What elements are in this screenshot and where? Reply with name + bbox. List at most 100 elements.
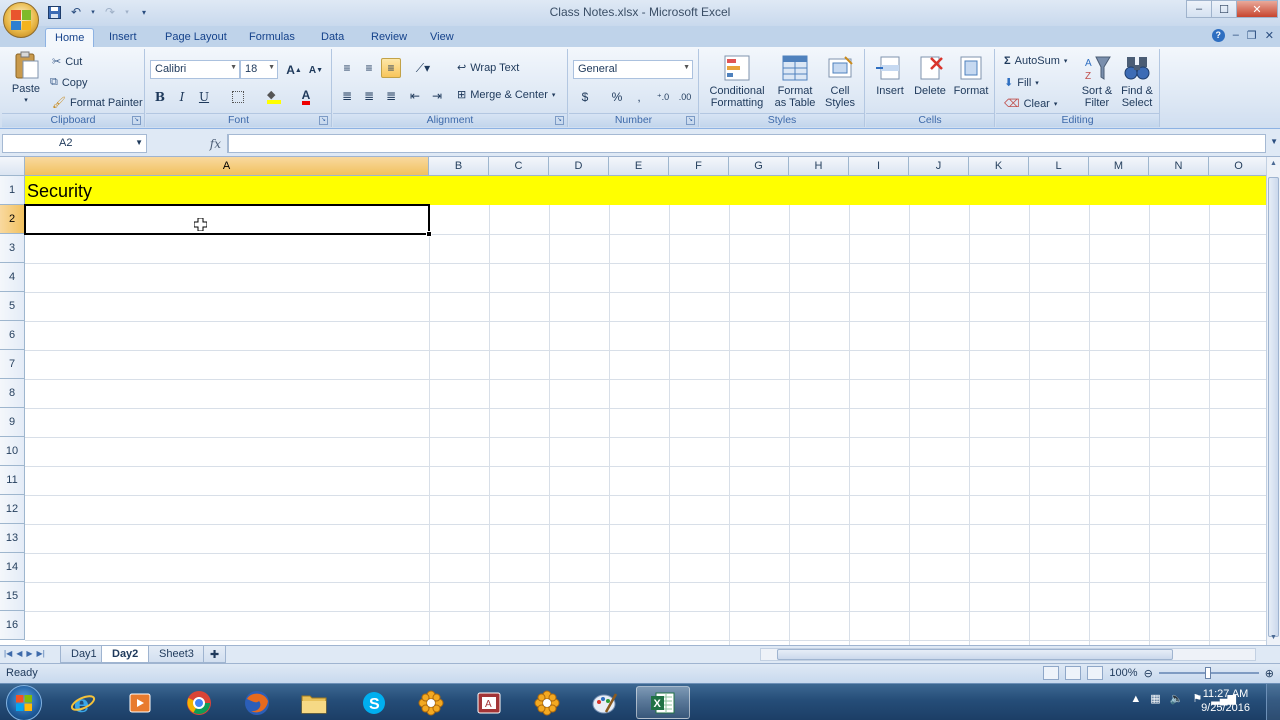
vertical-scroll-thumb[interactable]	[1268, 177, 1279, 637]
row-header-10[interactable]: 10	[0, 437, 25, 466]
zoom-slider-knob[interactable]	[1204, 667, 1211, 679]
row-header-5[interactable]: 5	[0, 292, 25, 321]
column-header-h[interactable]: H	[789, 157, 849, 176]
select-all-button[interactable]	[0, 157, 25, 176]
italic-button[interactable]: I	[172, 87, 192, 107]
name-box[interactable]: A2 ▼	[2, 134, 147, 153]
font-launcher-icon[interactable]: ↘	[319, 116, 328, 125]
orientation-icon[interactable]: ⟋▾	[409, 58, 437, 78]
clipboard-launcher-icon[interactable]: ↘	[132, 116, 141, 125]
column-header-k[interactable]: K	[969, 157, 1029, 176]
autosum-button[interactable]: Σ AutoSum ▾	[1004, 55, 1067, 67]
insert-sheet-button[interactable]: ✚	[203, 646, 227, 663]
formula-input[interactable]	[228, 134, 1266, 153]
office-button[interactable]	[3, 2, 39, 38]
top-align-icon[interactable]: ≡	[337, 58, 357, 78]
merge-center-button[interactable]: ⊞ Merge & Center ▾	[457, 88, 555, 102]
column-header-f[interactable]: F	[669, 157, 729, 176]
excel-icon[interactable]: X	[636, 686, 690, 719]
paint-icon[interactable]	[578, 686, 632, 719]
fill-handle[interactable]	[426, 231, 432, 237]
copy-button[interactable]: ⧉ Copy	[50, 76, 88, 89]
row-header-3[interactable]: 3	[0, 234, 25, 263]
decrease-indent-icon[interactable]: ⇤	[405, 86, 425, 106]
row-header-13[interactable]: 13	[0, 524, 25, 553]
comma-button[interactable]: ,	[629, 87, 649, 107]
cell-styles-button[interactable]: Cell Styles	[820, 53, 860, 109]
page-layout-view-icon[interactable]	[1065, 666, 1082, 680]
increase-decimal-icon[interactable]: ⁺.0	[653, 87, 673, 107]
horizontal-scroll-thumb[interactable]	[777, 649, 1173, 660]
currency-button[interactable]: $	[575, 87, 595, 107]
clock[interactable]: 11:27 AM 9/25/2016	[1201, 687, 1250, 715]
row-header-16[interactable]: 16	[0, 611, 25, 640]
row-header-4[interactable]: 4	[0, 263, 25, 292]
access-icon[interactable]: A	[462, 686, 516, 719]
insert-cells-button[interactable]: Insert	[872, 53, 908, 97]
column-header-i[interactable]: I	[849, 157, 909, 176]
volume-icon[interactable]: 🔈	[1170, 692, 1184, 705]
media-icon[interactable]	[113, 686, 167, 719]
zoom-level[interactable]: 100%	[1109, 667, 1137, 679]
ie-icon[interactable]: e	[56, 686, 110, 719]
column-header-g[interactable]: G	[729, 157, 789, 176]
scroll-down-icon[interactable]: ▼	[1267, 631, 1280, 645]
wrap-text-button[interactable]: ↩ Wrap Text	[457, 61, 519, 75]
tab-review[interactable]: Review	[362, 28, 416, 47]
font-size-combo[interactable]: 18 ▼	[240, 60, 278, 79]
row-header-12[interactable]: 12	[0, 495, 25, 524]
column-header-c[interactable]: C	[489, 157, 549, 176]
help-icon[interactable]: ?	[1211, 29, 1225, 42]
row-header-1[interactable]: 1	[0, 176, 25, 205]
align-left-icon[interactable]: ≣	[337, 86, 357, 106]
tab-home[interactable]: Home	[45, 28, 95, 47]
workbook-minimize-icon[interactable]: –	[1233, 29, 1239, 42]
maximize-button[interactable]: ☐	[1211, 0, 1237, 18]
format-cells-button[interactable]: Format	[952, 53, 990, 97]
bold-button[interactable]: B	[150, 87, 170, 107]
cell-a1[interactable]: Security	[27, 181, 92, 202]
row-header-15[interactable]: 15	[0, 582, 25, 611]
column-header-j[interactable]: J	[909, 157, 969, 176]
show-hidden-icons-icon[interactable]: ▲	[1130, 693, 1141, 705]
percent-button[interactable]: %	[607, 87, 627, 107]
row-header-6[interactable]: 6	[0, 321, 25, 350]
chrome-icon[interactable]	[172, 686, 226, 719]
font-color-button[interactable]: A	[296, 87, 316, 107]
row-header-11[interactable]: 11	[0, 466, 25, 495]
sort-filter-button[interactable]: AZ Sort & Filter	[1078, 53, 1116, 109]
grow-font-button[interactable]: A ▲	[284, 60, 304, 80]
page-break-view-icon[interactable]	[1087, 666, 1104, 680]
zoom-slider[interactable]	[1158, 667, 1259, 679]
worksheet-grid[interactable]: A B C D E F G H I J K L M N O Security 1…	[0, 157, 1266, 645]
decrease-decimal-icon[interactable]: .00	[675, 87, 695, 107]
borders-button[interactable]	[228, 87, 248, 107]
column-header-d[interactable]: D	[549, 157, 609, 176]
last-sheet-icon[interactable]: ▶|	[37, 649, 45, 658]
skype-icon[interactable]: S	[347, 686, 401, 719]
column-header-a[interactable]: A	[25, 157, 429, 176]
vertical-scrollbar[interactable]: ▲ ▼	[1266, 157, 1280, 645]
expand-formula-bar-icon[interactable]: ▼	[1270, 137, 1278, 146]
minimize-button[interactable]: –	[1186, 0, 1212, 18]
fill-color-button[interactable]: ◆	[264, 87, 284, 107]
sheet-tab-sheet3[interactable]: Sheet3	[148, 646, 205, 663]
column-header-m[interactable]: M	[1089, 157, 1149, 176]
fill-button[interactable]: ⬇ Fill ▾	[1004, 76, 1039, 90]
normal-view-icon[interactable]	[1043, 666, 1060, 680]
row-header-7[interactable]: 7	[0, 350, 25, 379]
font-name-combo[interactable]: Calibri ▼	[150, 60, 240, 79]
underline-button[interactable]: U	[194, 87, 214, 107]
prev-sheet-icon[interactable]: ◀	[16, 649, 22, 658]
workbook-close-icon[interactable]: ✕	[1265, 29, 1274, 42]
tab-formulas[interactable]: Formulas	[240, 28, 304, 47]
close-button[interactable]: ✕	[1236, 0, 1278, 18]
tab-insert[interactable]: Insert	[100, 28, 146, 47]
column-header-n[interactable]: N	[1149, 157, 1209, 176]
tab-data[interactable]: Data	[312, 28, 353, 47]
column-header-l[interactable]: L	[1029, 157, 1089, 176]
find-select-button[interactable]: Find & Select	[1118, 53, 1156, 109]
column-header-o[interactable]: O	[1209, 157, 1266, 176]
horizontal-scrollbar[interactable]	[760, 648, 1256, 661]
zoom-out-icon[interactable]: ⊖	[1144, 667, 1153, 680]
